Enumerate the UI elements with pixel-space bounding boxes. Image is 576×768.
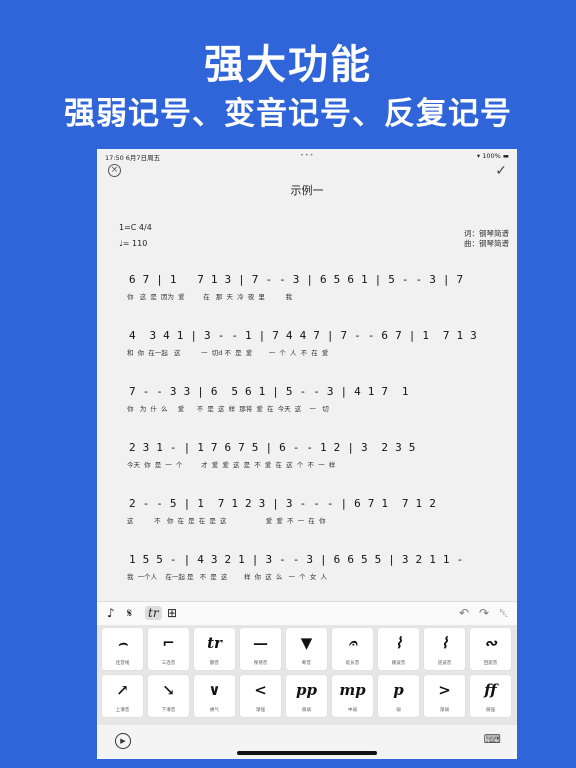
play-icon[interactable]: ▶ bbox=[115, 733, 131, 749]
redo-icon[interactable]: ↷ bbox=[479, 606, 489, 620]
key-signature[interactable]: 1=C 4/4 bbox=[119, 223, 152, 232]
palette-label: 顺波音 bbox=[391, 661, 406, 666]
turn-icon: ∾ bbox=[484, 634, 497, 652]
glide-up-icon: ↗ bbox=[116, 681, 129, 699]
notes[interactable]: 2 - - 5 | 1 7 1 2 3 | 3 - - - | 6 7 1 7 … bbox=[129, 497, 436, 511]
tenuto-icon: — bbox=[253, 634, 268, 652]
palette-label: 连音线 bbox=[115, 661, 130, 666]
palette-label: 很弱 bbox=[302, 708, 311, 713]
symbol-toolbar: ♪ 𝄋 tr ⊞ ↶ ↷ ␡ bbox=[97, 601, 517, 625]
multitask-dots[interactable]: ••• bbox=[300, 151, 315, 159]
palette-tenuto[interactable]: — 保持音 bbox=[240, 628, 281, 670]
score-title[interactable]: 示例一 bbox=[97, 182, 517, 198]
notes[interactable]: 7 - - 3 3 | 6 5 6 1 | 5 - - 3 | 4 1 7 1 bbox=[129, 385, 409, 399]
palette-label: 回旋音 bbox=[483, 661, 498, 666]
lyrics: 我 一个人 在一起 是 不 是 这 样 你 这 么 一 个 女 人 bbox=[127, 573, 327, 581]
piano-icon: p bbox=[393, 681, 404, 699]
slur-icon: ⌢ bbox=[117, 634, 128, 652]
palette-label: 渐弱 bbox=[440, 708, 449, 713]
palette-label: 逆波音 bbox=[437, 661, 452, 666]
palette-fermata[interactable]: 𝄐 延长音 bbox=[332, 628, 373, 670]
palette-crescendo[interactable]: < 渐强 bbox=[240, 675, 281, 717]
breath-icon: ∨ bbox=[208, 681, 221, 699]
mordent-icon: ⌇ bbox=[394, 634, 403, 652]
palette-label: 上滑音 bbox=[115, 708, 130, 713]
undo-icon[interactable]: ↶ bbox=[459, 606, 469, 620]
palette-label: 弱 bbox=[396, 708, 401, 713]
glide-down-icon: ↘ bbox=[162, 681, 175, 699]
home-indicator[interactable] bbox=[237, 751, 377, 755]
headline-main: 强大功能 bbox=[204, 42, 372, 88]
palette-label: 中弱 bbox=[348, 708, 357, 713]
notes[interactable]: 4 3 4 1 | 3 - - 1 | 7 4 4 7 | 7 - - 6 7 … bbox=[129, 329, 477, 343]
palette-label: 颤音 bbox=[210, 661, 219, 666]
mezzo-piano-icon: mp bbox=[339, 681, 366, 699]
lyrics: 这 不 你 在 是 在 是 这 爱 爱 不 一 在 你 bbox=[127, 517, 326, 525]
crescendo-icon: < bbox=[254, 681, 267, 699]
keyboard-icon[interactable]: ⌨ bbox=[484, 732, 501, 746]
palette-label: 换气 bbox=[210, 708, 219, 713]
lyrics: 今天 你 是 一 个 才 爱 爱 这 是 不 爱 在 这 个 不 一 样 bbox=[127, 461, 336, 469]
palette-mordent[interactable]: ⌇ 顺波音 bbox=[378, 628, 419, 670]
palette-label: 下滑音 bbox=[161, 708, 176, 713]
staccato-icon: ▼ bbox=[300, 634, 313, 652]
composer-credit[interactable]: 曲：钢琴简谱 bbox=[464, 238, 509, 249]
tempo-marking[interactable]: ♩= 110 bbox=[119, 239, 147, 248]
notes[interactable]: 2 3 1 - | 1 7 6 7 5 | 6 - - 1 2 | 3 2 3 … bbox=[129, 441, 416, 455]
palette-label: 断音 bbox=[302, 661, 311, 666]
headline-sub: 强弱记号、变音记号、反复记号 bbox=[64, 96, 512, 132]
palette-label: 很强 bbox=[486, 708, 495, 713]
palette-triplet[interactable]: ⌐ 三连音 bbox=[148, 628, 189, 670]
palette-label: 渐强 bbox=[256, 708, 265, 713]
palette-mezzo-piano[interactable]: mp 中弱 bbox=[332, 675, 373, 717]
notes[interactable]: 1 5 5 - | 4 3 2 1 | 3 - - 3 | 6 6 5 5 | … bbox=[129, 553, 463, 567]
palette-trill[interactable]: tr 颤音 bbox=[194, 628, 235, 670]
fermata-icon: 𝄐 bbox=[348, 634, 357, 652]
close-button[interactable]: × bbox=[108, 164, 121, 177]
palette-glide-down[interactable]: ↘ 下滑音 bbox=[148, 675, 189, 717]
decrescendo-icon: > bbox=[438, 681, 451, 699]
pianissimo-icon: pp bbox=[296, 681, 317, 699]
palette-turn[interactable]: ∾ 回旋音 bbox=[470, 628, 511, 670]
palette-slur[interactable]: ⌢ 连音线 bbox=[102, 628, 143, 670]
palette-inverted-mordent[interactable]: ⌇ 逆波音 bbox=[424, 628, 465, 670]
palette-glide-up[interactable]: ↗ 上滑音 bbox=[102, 675, 143, 717]
palette-piano[interactable]: p弱 bbox=[378, 675, 419, 717]
trill-icon: tr bbox=[207, 634, 222, 652]
palette-label: 延长音 bbox=[345, 661, 360, 666]
palette-pianissimo[interactable]: pp 很弱 bbox=[286, 675, 327, 717]
device-screen: 17:50 6月7日周五 ••• ▾ 100% ▬ × ✓ 示例一 1=C 4/… bbox=[97, 149, 517, 759]
palette-label: 保持音 bbox=[253, 661, 268, 666]
status-bar: 17:50 6月7日周五 ••• ▾ 100% ▬ bbox=[97, 149, 517, 163]
palette-breath[interactable]: ∨ 换气 bbox=[194, 675, 235, 717]
palette-decrescendo[interactable]: > 渐弱 bbox=[424, 675, 465, 717]
lyrics: 你 为 什 么 爱 不 是 这 样 那将 爱 在 今天 这 一 切 bbox=[127, 405, 329, 413]
inverted-mordent-icon: ⌇ bbox=[440, 634, 449, 652]
grid-icon[interactable]: ⊞ bbox=[167, 606, 177, 620]
triplet-icon: ⌐ bbox=[162, 634, 175, 652]
bottom-bar: ▶ ⌨ bbox=[97, 725, 517, 759]
palette-fortissimo[interactable]: ff 很强 bbox=[470, 675, 511, 717]
battery-indicator: ▾ 100% ▬ bbox=[476, 152, 509, 160]
lyrics: 和 你 在一起 这 一 切d 不 是 爱 一 个 人 不 在 爱 bbox=[127, 349, 329, 357]
notes[interactable]: 6 7 | 1 7 1 3 | 7 - - 3 | 6 5 6 1 | 5 - … bbox=[129, 273, 463, 287]
trash-icon[interactable]: ␡ bbox=[499, 606, 509, 621]
lyrics: 你 这 是 因为 爱 在 那 天 冷 夜 里 我 bbox=[127, 293, 293, 301]
trill-icon[interactable]: tr bbox=[145, 606, 162, 620]
palette-staccato[interactable]: ▼ 断音 bbox=[286, 628, 327, 670]
symbol-palette: ⌢ 连音线 ⌐ 三连音 tr 颤音 — 保持音 ▼ 断音 𝄐 延长音 ⌇ 顺波音 ⌇ 逆波音 ∾… bbox=[97, 625, 517, 725]
note-icon[interactable]: ♪ bbox=[107, 606, 115, 620]
palette-label: 三连音 bbox=[161, 661, 176, 666]
fortissimo-icon: ff bbox=[484, 681, 497, 699]
confirm-button[interactable]: ✓ bbox=[495, 163, 507, 179]
status-time: 17:50 6月7日周五 bbox=[105, 154, 161, 162]
segno-icon[interactable]: 𝄋 bbox=[127, 606, 132, 621]
